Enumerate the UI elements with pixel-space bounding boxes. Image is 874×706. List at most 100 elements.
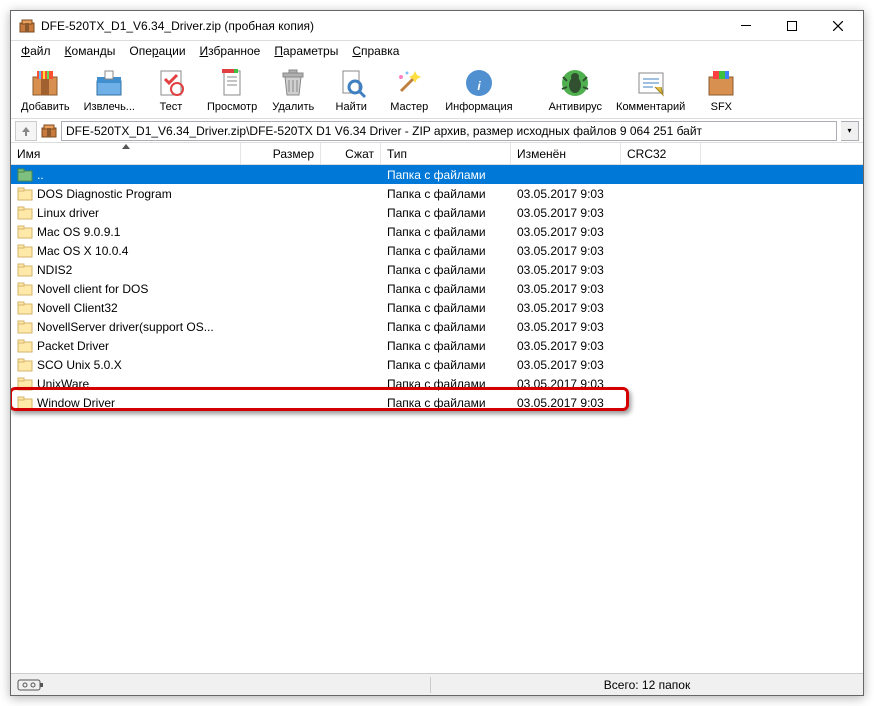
folder-icon (17, 338, 33, 354)
wizard-button[interactable]: Мастер (381, 65, 437, 115)
folder-icon (17, 300, 33, 316)
item-date: 03.05.2017 9:03 (511, 301, 621, 315)
comment-button[interactable]: Комментарий (610, 65, 691, 115)
archive-icon (41, 123, 57, 139)
file-list[interactable]: ..Папка с файлами DOS Diagnostic Program П… (11, 165, 863, 673)
item-type: Папка с файлами (381, 339, 511, 353)
col-size[interactable]: Размер (241, 143, 321, 164)
item-date: 03.05.2017 9:03 (511, 244, 621, 258)
menu-operations[interactable]: Операции (123, 42, 191, 60)
list-item[interactable]: SCO Unix 5.0.XПапка с файлами03.05.2017 … (11, 355, 863, 374)
app-window: DFE-520TX_D1_V6.34_Driver.zip (пробная к… (10, 10, 864, 696)
item-date: 03.05.2017 9:03 (511, 187, 621, 201)
view-button[interactable]: Просмотр (201, 65, 263, 115)
folder-icon (17, 262, 33, 278)
col-type[interactable]: Тип (381, 143, 511, 164)
find-button[interactable]: Найти (323, 65, 379, 115)
pathbar: ▾ (11, 119, 863, 143)
list-item[interactable]: Mac OS 9.0.9.1 Папка с файлами03.05.2017 … (11, 222, 863, 241)
archive-add-icon (29, 67, 61, 99)
item-type: Папка с файлами (381, 377, 511, 391)
item-name: Window Driver (37, 396, 115, 410)
item-type: Папка с файлами (381, 187, 511, 201)
extract-button[interactable]: Извлечь... (78, 65, 141, 115)
item-name: Mac OS X 10.0.4 (37, 244, 128, 258)
list-item[interactable]: NDIS2 Папка с файлами03.05.2017 9:03 (11, 260, 863, 279)
item-name: Mac OS 9.0.9.1 (37, 225, 120, 239)
list-item[interactable]: Mac OS X 10.0.4 Папка с файлами03.05.2017… (11, 241, 863, 260)
list-item[interactable]: DOS Diagnostic Program Папка с файлами03.… (11, 184, 863, 203)
list-item[interactable]: NovellServer driver(support OS...Папка с… (11, 317, 863, 336)
item-date: 03.05.2017 9:03 (511, 358, 621, 372)
info-button[interactable]: i Информация (439, 65, 518, 115)
status-total: Всего: 12 папок (431, 676, 863, 694)
list-item[interactable]: UnixWare Папка с файлами03.05.2017 9:03 (11, 374, 863, 393)
list-item[interactable]: Packet Driver Папка с файлами03.05.2017 9… (11, 336, 863, 355)
item-name: Novell Client32 (37, 301, 118, 315)
item-type: Папка с файлами (381, 225, 511, 239)
menu-file[interactable]: Файл (15, 42, 57, 60)
path-dropdown[interactable]: ▾ (841, 121, 859, 141)
item-date: 03.05.2017 9:03 (511, 225, 621, 239)
antivirus-button[interactable]: Антивирус (543, 65, 608, 115)
sfx-button[interactable]: SFX (693, 65, 749, 115)
item-name: UnixWare (37, 377, 89, 391)
maximize-button[interactable] (769, 11, 815, 41)
wand-icon (393, 67, 425, 99)
menu-commands[interactable]: Команды (59, 42, 122, 60)
list-item[interactable]: Novell client for DOSПапка с файлами03.0… (11, 279, 863, 298)
item-type: Папка с файлами (381, 244, 511, 258)
app-icon (19, 18, 35, 34)
folder-icon (17, 281, 33, 297)
window-title: DFE-520TX_D1_V6.34_Driver.zip (пробная к… (41, 19, 723, 33)
col-packed[interactable]: Сжат (321, 143, 381, 164)
toolbar: Добавить Извлечь... Тест Просмотр Удалит… (11, 61, 863, 119)
list-item[interactable]: Novell Client32 Папка с файлами03.05.2017… (11, 298, 863, 317)
path-input[interactable] (61, 121, 837, 141)
battery-icon (17, 679, 45, 691)
item-type: Папка с файлами (381, 168, 511, 182)
up-button[interactable] (15, 121, 37, 141)
folder-icon (17, 224, 33, 240)
test-button[interactable]: Тест (143, 65, 199, 115)
col-name[interactable]: Имя (11, 143, 241, 164)
titlebar: DFE-520TX_D1_V6.34_Driver.zip (пробная к… (11, 11, 863, 41)
close-button[interactable] (815, 11, 861, 41)
minimize-button[interactable] (723, 11, 769, 41)
window-controls (723, 11, 861, 41)
item-name: DOS Diagnostic Program (37, 187, 172, 201)
item-date: 03.05.2017 9:03 (511, 339, 621, 353)
menu-favorites[interactable]: Избранное (194, 42, 267, 60)
folder-icon (17, 376, 33, 392)
menubar: Файл Команды Операции Избранное Параметр… (11, 41, 863, 61)
col-crc[interactable]: CRC32 (621, 143, 701, 164)
menu-help[interactable]: Справка (346, 42, 405, 60)
item-type: Папка с файлами (381, 263, 511, 277)
item-name: Packet Driver (37, 339, 109, 353)
folder-icon (17, 186, 33, 202)
add-button[interactable]: Добавить (15, 65, 76, 115)
folder-icon (17, 319, 33, 335)
item-date: 03.05.2017 9:03 (511, 206, 621, 220)
item-date: 03.05.2017 9:03 (511, 263, 621, 277)
list-item[interactable]: Linux driverПапка с файлами03.05.2017 9:… (11, 203, 863, 222)
item-type: Папка с файлами (381, 396, 511, 410)
folder-icon (17, 243, 33, 259)
folder-up-icon (17, 167, 33, 183)
item-name: NDIS2 (37, 263, 72, 277)
item-date: 03.05.2017 9:03 (511, 396, 621, 410)
item-type: Папка с файлами (381, 301, 511, 315)
item-date: 03.05.2017 9:03 (511, 377, 621, 391)
search-icon (335, 67, 367, 99)
statusbar: Всего: 12 папок (11, 673, 863, 695)
menu-parameters[interactable]: Параметры (268, 42, 344, 60)
view-icon (216, 67, 248, 99)
list-item[interactable]: Window Driver Папка с файлами03.05.2017 9… (11, 393, 863, 412)
item-name: Linux driver (37, 206, 99, 220)
comment-icon (635, 67, 667, 99)
list-item[interactable]: ..Папка с файлами (11, 165, 863, 184)
bug-icon (559, 67, 591, 99)
column-headers: Имя Размер Сжат Тип Изменён CRC32 (11, 143, 863, 165)
delete-button[interactable]: Удалить (265, 65, 321, 115)
col-date[interactable]: Изменён (511, 143, 621, 164)
